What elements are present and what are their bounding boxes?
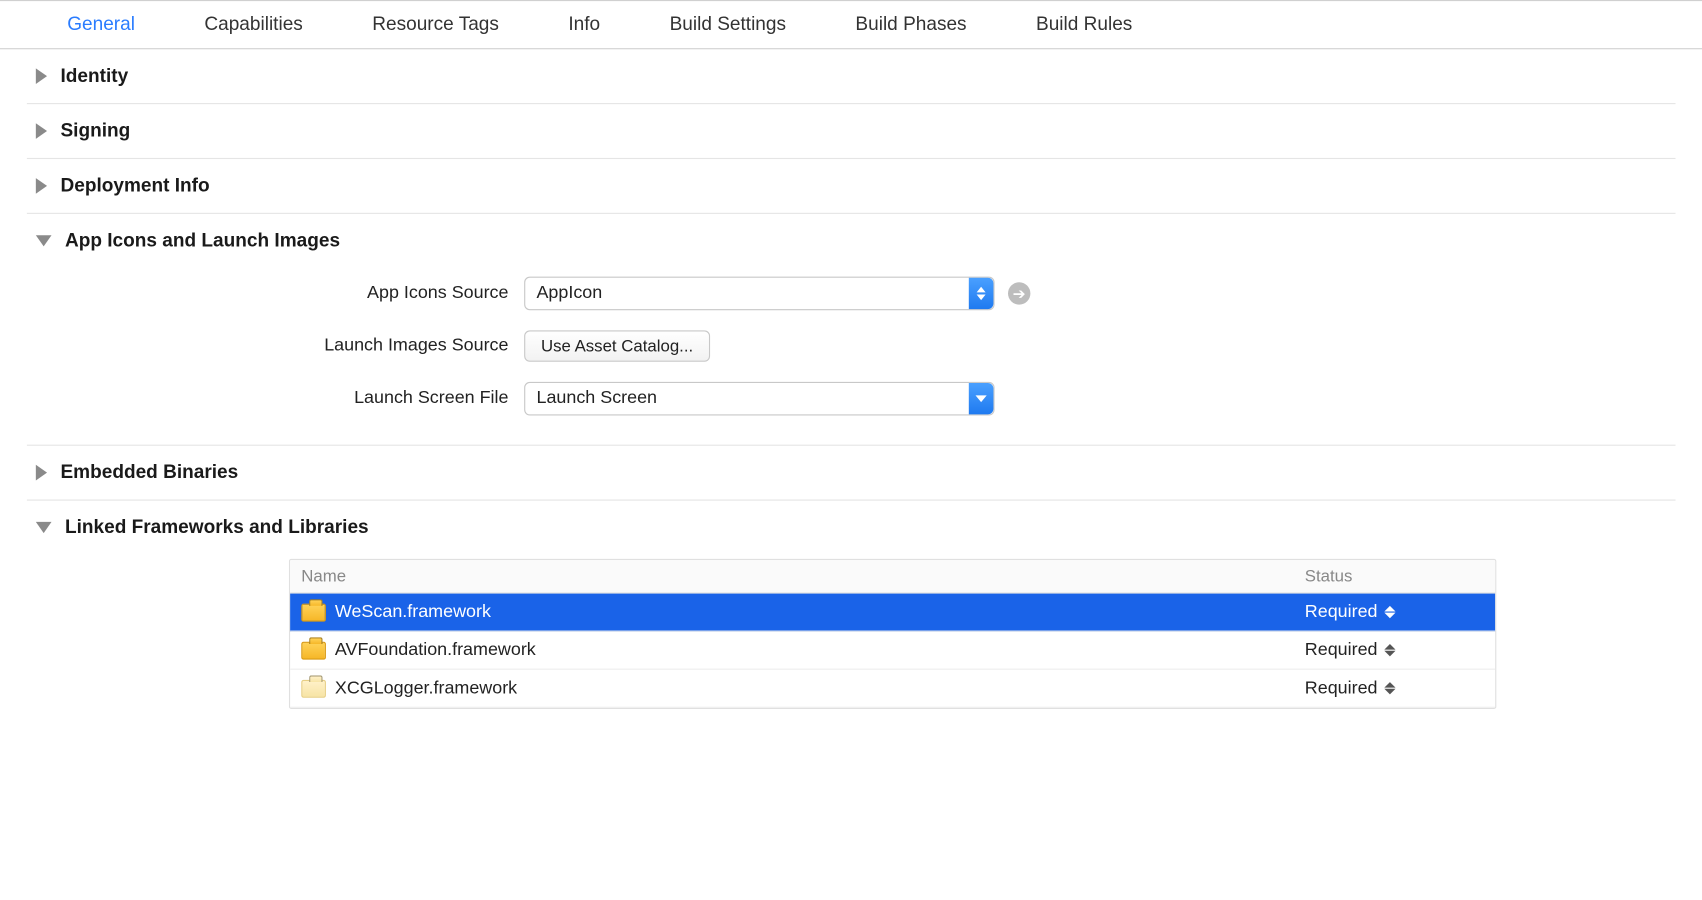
- section-header-linked[interactable]: Linked Frameworks and Libraries: [27, 516, 1676, 538]
- linked-frameworks-table: Name Status WeScan.framework Required AV…: [289, 559, 1496, 709]
- chevron-right-icon: [36, 465, 47, 481]
- framework-status: Required: [1305, 602, 1378, 622]
- tab-build-phases[interactable]: Build Phases: [855, 13, 966, 35]
- launch-screen-file-value: Launch Screen: [536, 389, 657, 409]
- column-status[interactable]: Status: [1305, 567, 1484, 586]
- section-title: App Icons and Launch Images: [65, 230, 340, 252]
- table-row[interactable]: XCGLogger.framework Required: [290, 670, 1495, 708]
- framework-name: XCGLogger.framework: [335, 678, 1305, 698]
- section-header-signing[interactable]: Signing: [27, 120, 1676, 142]
- section-title: Deployment Info: [60, 175, 209, 197]
- target-tabs: General Capabilities Resource Tags Info …: [0, 0, 1702, 49]
- section-linked-frameworks: Linked Frameworks and Libraries Name Sta…: [27, 501, 1676, 709]
- launch-screen-file-label: Launch Screen File: [27, 389, 524, 409]
- section-title: Signing: [60, 120, 130, 142]
- section-signing: Signing: [27, 104, 1676, 159]
- section-title: Embedded Binaries: [60, 461, 238, 483]
- launch-images-source-label: Launch Images Source: [27, 336, 524, 356]
- tab-build-rules[interactable]: Build Rules: [1036, 13, 1132, 35]
- app-icons-source-value: AppIcon: [536, 283, 602, 303]
- framework-status: Required: [1305, 678, 1378, 698]
- section-header-identity[interactable]: Identity: [27, 65, 1676, 87]
- section-deployment-info: Deployment Info: [27, 159, 1676, 214]
- launch-screen-file-combo[interactable]: Launch Screen: [524, 382, 994, 416]
- section-header-embedded[interactable]: Embedded Binaries: [27, 461, 1676, 483]
- framework-icon: [301, 641, 326, 659]
- use-asset-catalog-button[interactable]: Use Asset Catalog...: [524, 330, 710, 361]
- section-embedded-binaries: Embedded Binaries: [27, 446, 1676, 501]
- use-asset-catalog-label: Use Asset Catalog...: [541, 337, 693, 356]
- column-name[interactable]: Name: [301, 567, 1305, 586]
- status-stepper-icon[interactable]: [1384, 682, 1395, 694]
- section-title: Identity: [60, 65, 128, 87]
- framework-icon: [301, 603, 326, 621]
- table-row[interactable]: AVFoundation.framework Required: [290, 632, 1495, 670]
- tab-resource-tags[interactable]: Resource Tags: [372, 13, 499, 35]
- framework-name: WeScan.framework: [335, 602, 1305, 622]
- table-row[interactable]: WeScan.framework Required: [290, 594, 1495, 632]
- go-to-asset-icon[interactable]: ➔: [1008, 282, 1030, 304]
- chevron-right-icon: [36, 178, 47, 194]
- tab-info[interactable]: Info: [568, 13, 600, 35]
- combo-chevron-icon: [969, 383, 994, 414]
- app-icons-source-label: App Icons Source: [27, 283, 524, 303]
- status-stepper-icon[interactable]: [1384, 606, 1395, 618]
- chevron-right-icon: [36, 123, 47, 139]
- framework-icon: [301, 679, 326, 697]
- section-title: Linked Frameworks and Libraries: [65, 516, 369, 538]
- section-app-icons: App Icons and Launch Images App Icons So…: [27, 214, 1676, 446]
- popup-stepper-icon: [969, 278, 994, 309]
- section-identity: Identity: [27, 49, 1676, 104]
- framework-name: AVFoundation.framework: [335, 640, 1305, 660]
- framework-status: Required: [1305, 640, 1378, 660]
- section-header-deployment[interactable]: Deployment Info: [27, 175, 1676, 197]
- chevron-right-icon: [36, 68, 47, 84]
- tab-build-settings[interactable]: Build Settings: [670, 13, 786, 35]
- status-stepper-icon[interactable]: [1384, 644, 1395, 656]
- tab-general[interactable]: General: [67, 13, 135, 35]
- table-header: Name Status: [290, 560, 1495, 594]
- chevron-down-icon: [36, 235, 52, 246]
- app-icons-source-popup[interactable]: AppIcon: [524, 277, 994, 311]
- section-header-app-icons[interactable]: App Icons and Launch Images: [27, 230, 1676, 252]
- chevron-down-icon: [36, 522, 52, 533]
- tab-capabilities[interactable]: Capabilities: [204, 13, 302, 35]
